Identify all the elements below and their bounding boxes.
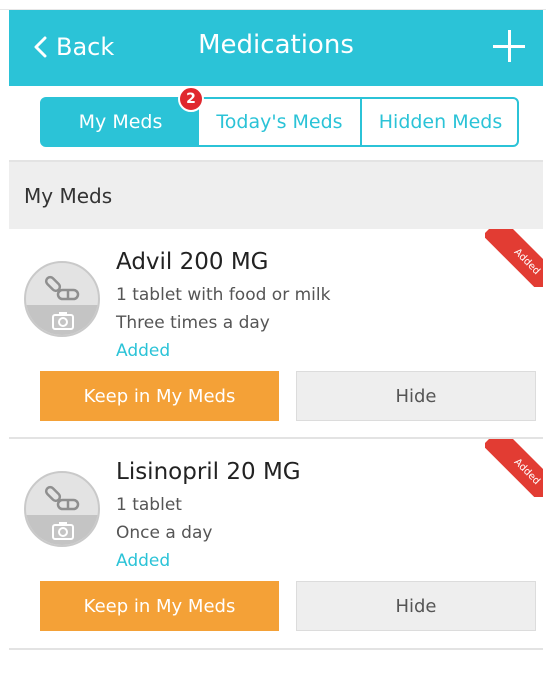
top-divider [0, 0, 546, 10]
tab-hidden-meds[interactable]: Hidden Meds [362, 99, 519, 145]
page-title: Medications [198, 30, 354, 60]
plus-icon[interactable] [493, 30, 525, 62]
med-dose: 1 tablet [116, 495, 182, 515]
button-label: Keep in My Meds [83, 595, 236, 617]
med-name: Lisinopril 20 MG [116, 459, 301, 485]
med-status: Added [116, 551, 171, 571]
tab-my-meds[interactable]: My Meds [42, 99, 199, 145]
added-ribbon: Added [485, 229, 543, 287]
med-card[interactable]: Advil 200 MG 1 tablet with food or milk … [9, 229, 543, 439]
keep-in-my-meds-button[interactable]: Keep in My Meds [40, 581, 279, 631]
tab-label: My Meds [78, 111, 163, 133]
med-card[interactable]: Lisinopril 20 MG 1 tablet Once a day Add… [9, 439, 543, 650]
notification-badge: 2 [178, 86, 204, 112]
camera-icon [52, 312, 74, 330]
med-frequency: Three times a day [116, 313, 270, 333]
ribbon-label: Added [512, 246, 543, 277]
section-title: My Meds [24, 184, 113, 208]
med-photo-avatar[interactable] [24, 261, 100, 337]
hide-button[interactable]: Hide [296, 371, 536, 421]
button-label: Keep in My Meds [83, 385, 236, 407]
button-label: Hide [395, 595, 437, 617]
med-frequency: Once a day [116, 523, 213, 543]
pill-icon [44, 485, 80, 511]
hide-button[interactable]: Hide [296, 581, 536, 631]
tab-label: Today's Meds [216, 111, 343, 133]
med-status: Added [116, 341, 171, 361]
button-label: Hide [395, 385, 437, 407]
ribbon-label: Added [512, 456, 543, 487]
tab-todays-meds[interactable]: Today's Meds [199, 99, 362, 145]
keep-in-my-meds-button[interactable]: Keep in My Meds [40, 371, 279, 421]
added-ribbon: Added [485, 439, 543, 497]
med-name: Advil 200 MG [116, 249, 269, 275]
section-header: My Meds [9, 160, 543, 229]
med-dose: 1 tablet with food or milk [116, 285, 331, 305]
pill-icon [44, 275, 80, 301]
med-photo-avatar[interactable] [24, 471, 100, 547]
camera-icon [52, 522, 74, 540]
tab-label: Hidden Meds [378, 111, 503, 133]
app-header: Back Medications [9, 10, 543, 86]
segmented-tabs: My Meds Today's Meds Hidden Meds [40, 97, 519, 147]
